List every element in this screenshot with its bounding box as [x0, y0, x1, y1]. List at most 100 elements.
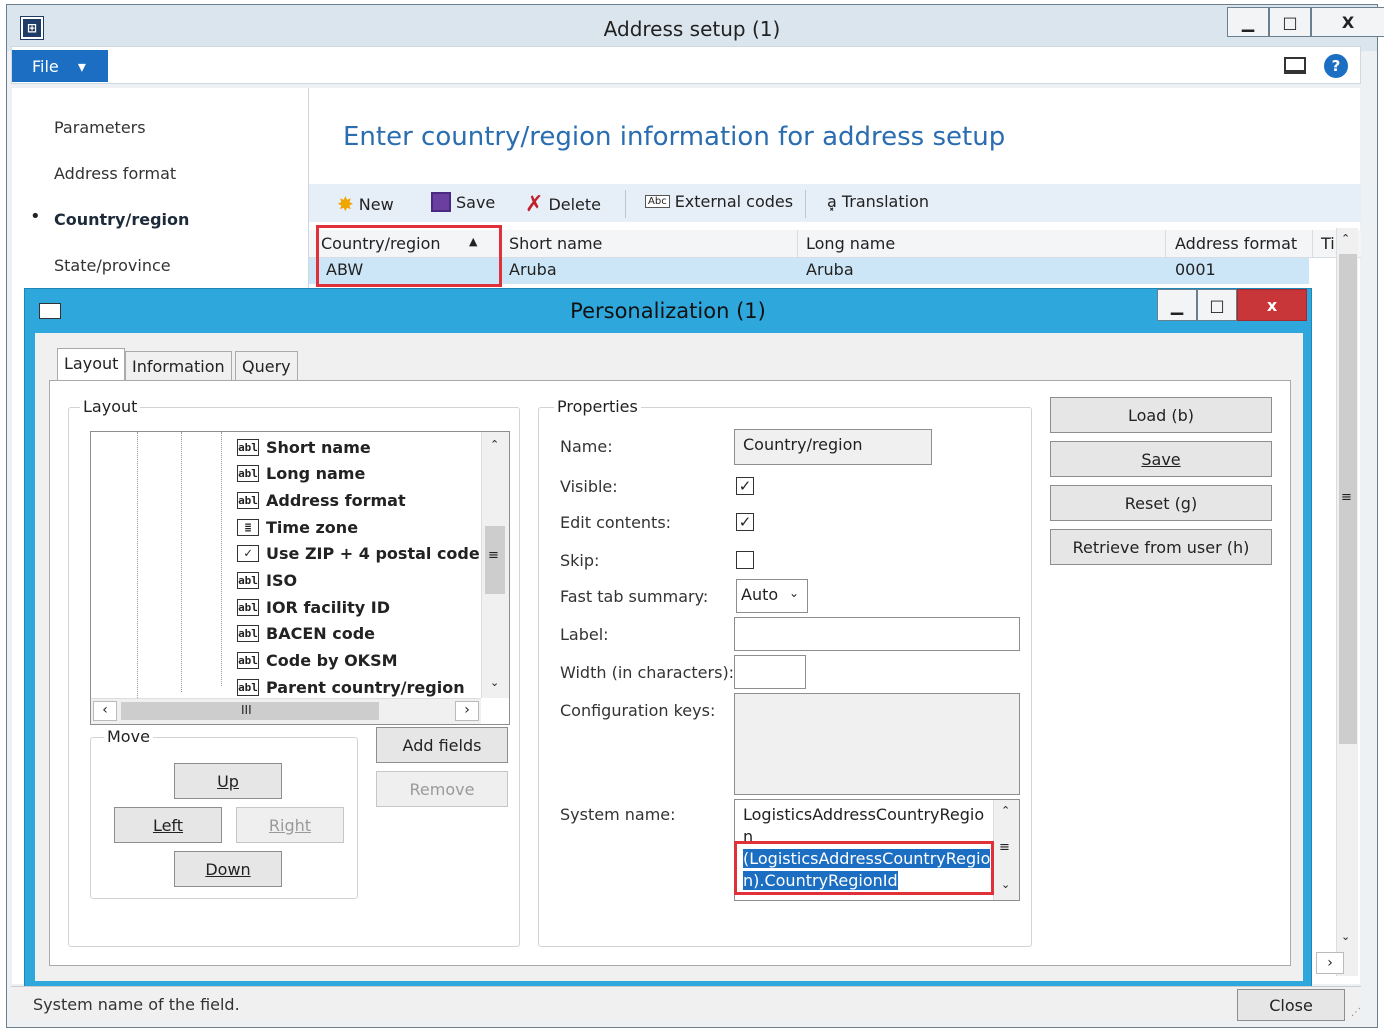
resize-grip-icon[interactable]: ⋰ — [1351, 1007, 1361, 1018]
title-bar: ⊞ Address setup (1) ▁ □ X — [7, 5, 1384, 51]
scroll-down-icon[interactable]: ⌄ — [490, 676, 499, 689]
move-left-button[interactable]: Left — [114, 807, 222, 843]
scroll-up-icon[interactable]: ⌃ — [1001, 804, 1010, 817]
text-field-icon: abl — [237, 438, 259, 456]
visible-checkbox[interactable]: ✓ — [736, 477, 754, 495]
external-codes-button[interactable]: Abc External codes — [645, 192, 793, 211]
file-menu-button[interactable]: File ▾ — [12, 50, 108, 82]
load-button[interactable]: Load (b) — [1050, 397, 1272, 433]
text-field-icon: abl — [237, 572, 259, 589]
maximize-icon: □ — [1282, 12, 1298, 32]
tree-item-label: ISO — [266, 571, 298, 590]
scroll-right-icon[interactable]: › — [1316, 952, 1344, 974]
tab-information[interactable]: Information — [125, 351, 232, 381]
scroll-grip-icon: ≡ — [1341, 490, 1352, 505]
scroll-right-icon[interactable]: › — [455, 701, 479, 721]
text-field-icon: abl — [237, 652, 259, 670]
toolbar-divider — [625, 190, 626, 218]
tree-item[interactable]: abl Address format — [237, 487, 406, 513]
field-tree[interactable]: abl Short name abl Long name abl Address form… — [90, 431, 510, 725]
scroll-grip-icon: ≡ — [999, 840, 1010, 855]
remove-button[interactable]: Remove — [376, 771, 508, 807]
close-form-button[interactable]: Close — [1237, 989, 1345, 1021]
tree-horizontal-scrollbar[interactable]: ‹ III › — [91, 698, 481, 724]
nav-item-state-province[interactable]: State/province — [54, 256, 171, 275]
translation-button[interactable]: a͓ Translation — [827, 192, 929, 211]
tab-layout[interactable]: Layout — [57, 348, 126, 381]
tree-item[interactable]: abl BACEN code — [237, 621, 375, 647]
reset-button[interactable]: Reset (g) — [1050, 485, 1272, 521]
tree-item[interactable]: ≣ Time zone — [237, 514, 358, 540]
help-icon[interactable]: ? — [1324, 54, 1348, 78]
tree-item-label: Code by OKSM — [266, 651, 398, 671]
edit-contents-checkbox[interactable]: ✓ — [736, 513, 754, 531]
scroll-down-icon[interactable]: ⌄ — [1341, 930, 1350, 943]
fast-tab-value: Auto — [741, 585, 779, 604]
scroll-grip-icon: ≡ — [488, 548, 499, 563]
chevron-down-icon: ▾ — [77, 57, 86, 76]
add-fields-button[interactable]: Add fields — [376, 727, 508, 763]
layout-save-button[interactable]: Save — [1050, 441, 1272, 477]
tree-vertical-scrollbar[interactable]: ⌃ ≡ ⌄ — [481, 432, 509, 698]
country-column-highlight — [316, 225, 502, 287]
column-header-address-format[interactable]: Address format — [1175, 234, 1297, 253]
move-down-button[interactable]: Down — [174, 851, 282, 887]
save-button[interactable]: Save — [431, 192, 495, 212]
label-field[interactable] — [734, 617, 1020, 651]
scroll-down-icon[interactable]: ⌄ — [1001, 878, 1010, 891]
tree-item[interactable]: abl IOR facility ID — [237, 594, 390, 620]
move-right-button[interactable]: Right — [236, 807, 344, 843]
tree-item[interactable]: abl Long name — [237, 461, 365, 487]
name-field[interactable]: Country/region — [734, 429, 932, 465]
move-up-button[interactable]: Up — [174, 763, 282, 799]
status-text: System name of the field. — [33, 995, 240, 1014]
maximize-button[interactable]: □ — [1269, 7, 1311, 37]
cell-short-name[interactable]: Aruba — [509, 260, 557, 279]
list-field-icon: ≣ — [237, 518, 259, 536]
delete-x-icon: ✗ — [525, 192, 544, 217]
action-toolbar: ✸ New Save ✗ Delete Abc External codes a… — [309, 184, 1361, 222]
dialog-maximize-button[interactable]: □ — [1197, 289, 1237, 321]
layout-group-label: Layout — [80, 397, 141, 416]
tab-query[interactable]: Query — [235, 351, 298, 381]
tree-item-label: Use ZIP + 4 postal code va — [266, 544, 507, 564]
retrieve-from-user-button[interactable]: Retrieve from user (h) — [1050, 529, 1272, 565]
delete-button[interactable]: ✗ Delete — [525, 192, 601, 217]
configuration-keys-field[interactable] — [734, 693, 1020, 795]
grid-vertical-scrollbar[interactable]: ⌃ ≡ ⌄ — [1336, 228, 1358, 976]
dialog-minimize-button[interactable]: ▁ — [1157, 289, 1197, 321]
minimize-button[interactable]: ▁ — [1227, 7, 1269, 37]
tree-item[interactable]: abl Parent country/region — [237, 674, 465, 700]
nav-item-country-region[interactable]: Country/region — [54, 210, 189, 229]
system-name-scrollbar[interactable]: ⌃ ≡ ⌄ — [993, 800, 1019, 900]
scroll-up-icon[interactable]: ⌃ — [1341, 232, 1350, 245]
active-bullet-icon: • — [30, 206, 41, 227]
tree-item[interactable]: ✓ Use ZIP + 4 postal code va — [237, 541, 507, 567]
tree-item[interactable]: abl Code by OKSM — [237, 648, 398, 674]
dialog-close-button[interactable]: x — [1237, 289, 1307, 321]
nav-item-address-format[interactable]: Address format — [54, 164, 176, 183]
move-group-label: Move — [104, 727, 153, 746]
width-field[interactable] — [734, 655, 806, 689]
tree-item[interactable]: abl Short name — [237, 434, 371, 460]
checkbox-field-icon: ✓ — [237, 545, 259, 563]
cell-address-format[interactable]: 0001 — [1175, 260, 1216, 279]
close-button[interactable]: X — [1311, 7, 1384, 37]
tree-item-label: BACEN code — [266, 624, 375, 644]
fast-tab-summary-select[interactable]: Auto ⌄ — [736, 579, 808, 613]
new-star-icon: ✸ — [337, 192, 354, 216]
skip-checkbox[interactable] — [736, 551, 754, 569]
column-header-long-name[interactable]: Long name — [806, 234, 895, 253]
minimize-icon: ▁ — [1241, 12, 1255, 32]
system-name-line1: LogisticsAddressCountryRegio — [743, 805, 985, 824]
scroll-left-icon[interactable]: ‹ — [93, 701, 117, 721]
layout-icon[interactable] — [1284, 57, 1306, 74]
tree-item[interactable]: abl ISO — [237, 568, 297, 594]
scroll-up-icon[interactable]: ⌃ — [490, 438, 499, 451]
tree-item-label: Parent country/region — [266, 677, 465, 697]
column-header-short-name[interactable]: Short name — [509, 234, 602, 253]
new-button[interactable]: ✸ New — [337, 192, 394, 216]
cell-long-name[interactable]: Aruba — [806, 260, 854, 279]
nav-item-parameters[interactable]: Parameters — [54, 118, 146, 137]
personalization-dialog: Personalization (1) ▁ □ x Layout Informa… — [24, 288, 1312, 990]
